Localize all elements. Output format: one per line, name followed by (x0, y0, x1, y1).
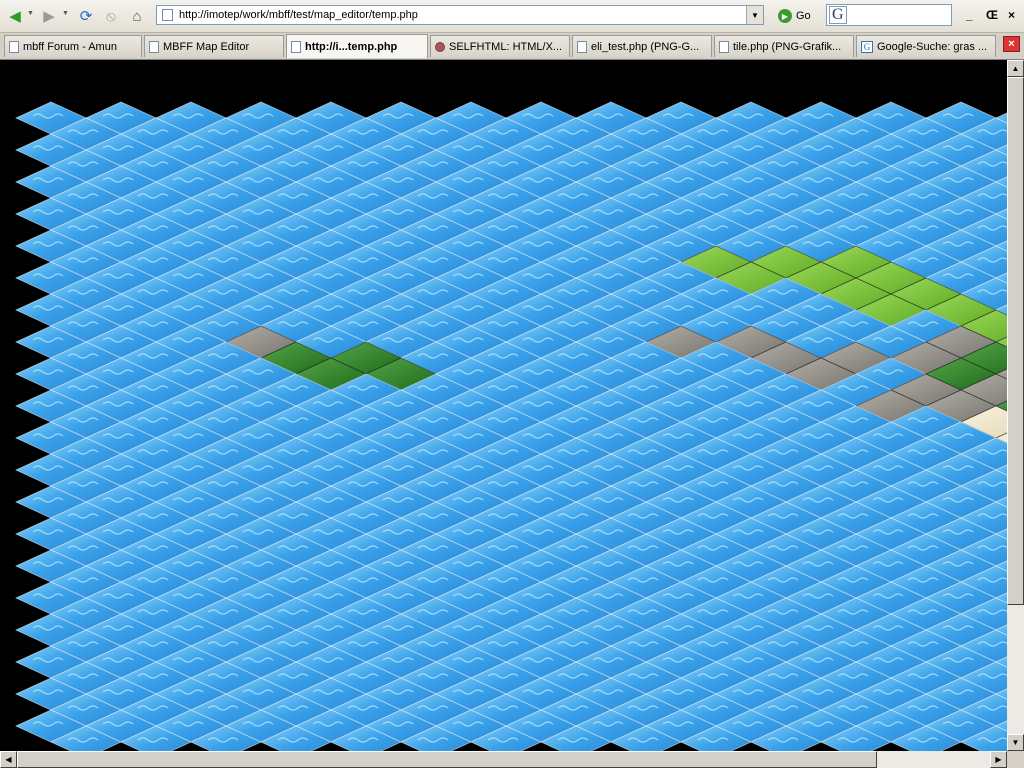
vertical-scrollbar[interactable]: ▲ ▼ (1007, 60, 1024, 751)
url-input[interactable] (179, 7, 739, 23)
go-button[interactable]: ▶ Go (778, 6, 811, 26)
page-icon (719, 40, 729, 53)
scroll-right-icon[interactable]: ▶ (990, 751, 1007, 768)
search-box[interactable]: G (826, 4, 952, 26)
selfhtml-icon (435, 41, 445, 52)
restore-button[interactable]: Œ (986, 8, 998, 22)
url-dropdown-icon[interactable]: ▼ (746, 6, 763, 24)
tab-label: eli_test.php (PNG-G... (591, 40, 700, 53)
horizontal-scrollbar[interactable]: ◀ ▶ (0, 751, 1007, 768)
tab-temp-php[interactable]: http://i...temp.php (286, 34, 428, 58)
tab-eli-test[interactable]: eli_test.php (PNG-G... (572, 35, 712, 57)
navigation-toolbar: ◀ ▼ ▶ ▼ ⟳ ⦸ ⌂ ▼ ▶ Go G _ Œ × (0, 0, 1024, 33)
reload-icon[interactable]: ⟳ (75, 5, 97, 27)
tab-label: mbff Forum - Amun (23, 40, 117, 53)
close-window-button[interactable]: × (1008, 8, 1015, 22)
tab-tile-php[interactable]: tile.php (PNG-Grafik... (714, 35, 854, 57)
back-arrow-icon[interactable]: ◀ (4, 5, 26, 27)
page-icon (291, 40, 301, 53)
page-content (0, 60, 1007, 751)
close-tab-icon[interactable]: × (1003, 36, 1020, 52)
address-bar[interactable]: ▼ (156, 5, 764, 25)
tab-label: tile.php (PNG-Grafik... (733, 40, 842, 53)
google-search-icon[interactable]: G (829, 6, 847, 24)
page-icon (162, 9, 173, 21)
tab-mbff-forum[interactable]: mbff Forum - Amun (4, 35, 142, 57)
tab-label: MBFF Map Editor (163, 40, 250, 53)
forward-arrow-icon[interactable]: ▶ (38, 5, 60, 27)
tab-label: Google-Suche: gras ... (877, 40, 988, 53)
tab-google-search[interactable]: G Google-Suche: gras ... (856, 35, 996, 57)
tab-label: http://i...temp.php (305, 40, 398, 53)
home-icon[interactable]: ⌂ (126, 5, 148, 27)
minimize-button[interactable]: _ (966, 8, 973, 22)
isometric-tile-map[interactable] (0, 60, 1007, 751)
go-icon: ▶ (778, 9, 792, 23)
tab-strip: mbff Forum - Amun MBFF Map Editor http:/… (0, 33, 1024, 60)
stop-icon[interactable]: ⦸ (100, 5, 122, 27)
forward-dropdown-icon[interactable]: ▼ (62, 10, 69, 17)
tab-map-editor[interactable]: MBFF Map Editor (144, 35, 284, 57)
scrollbar-corner (1007, 751, 1024, 768)
scroll-left-icon[interactable]: ◀ (0, 751, 17, 768)
page-icon (149, 40, 159, 53)
scroll-up-icon[interactable]: ▲ (1007, 60, 1024, 77)
back-dropdown-icon[interactable]: ▼ (27, 10, 34, 17)
google-icon: G (861, 40, 873, 53)
page-icon (9, 40, 19, 53)
vertical-scroll-thumb[interactable] (1007, 77, 1024, 605)
go-label: Go (796, 10, 811, 22)
page-icon (577, 40, 587, 53)
horizontal-scroll-thumb[interactable] (17, 751, 877, 768)
scroll-down-icon[interactable]: ▼ (1007, 734, 1024, 751)
tab-label: SELFHTML: HTML/X... (449, 40, 563, 53)
tab-selfhtml[interactable]: SELFHTML: HTML/X... (430, 35, 570, 57)
